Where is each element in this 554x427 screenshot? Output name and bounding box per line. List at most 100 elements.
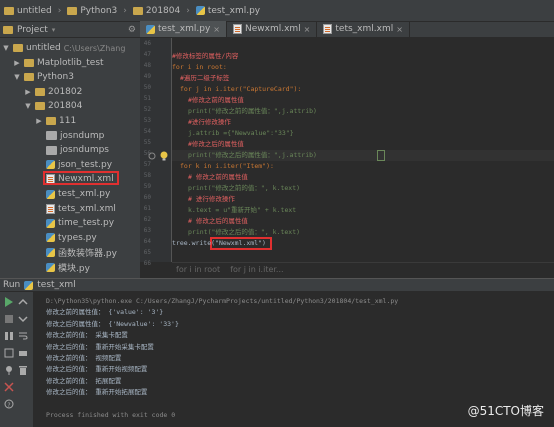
scroll-up-icon[interactable] (18, 297, 28, 307)
tree-item[interactable]: time_test.py (35, 216, 114, 230)
tree-item-label: Python3 (37, 72, 74, 83)
code-editor[interactable]: #修改标签的属性/内容 for i in root: #遍历二级子标签 for j i… (172, 38, 554, 262)
folder-icon (24, 73, 34, 82)
chevron-right-icon[interactable]: ▶ (24, 88, 32, 96)
tree-item-label: tets_xml.xml (58, 203, 116, 214)
tree-item-label: json_test.py (58, 159, 113, 170)
run-config-name[interactable]: test_xml (37, 280, 75, 290)
tree-item[interactable]: 函数装饰器.py (35, 245, 117, 259)
fold-marker-icon[interactable] (148, 152, 156, 163)
python-file-icon (24, 280, 34, 290)
chevron-right-icon: › (57, 5, 62, 16)
breadcrumb-item-file[interactable]: test_xml.py (195, 6, 260, 16)
editor-breadcrumb-item[interactable]: for i in root (176, 265, 220, 274)
chevron-down-icon[interactable]: ▼ (24, 102, 32, 110)
editor-tab[interactable]: Newxml.xml × (227, 21, 318, 37)
close-tab-icon[interactable]: × (396, 25, 403, 34)
project-icon (3, 25, 13, 34)
chevron-right-icon[interactable]: ▶ (13, 59, 21, 67)
console-line: 修改之后的属性值： {'Newvalue': '33'} (46, 319, 179, 328)
settings-gear-icon[interactable]: ⚙ (128, 25, 136, 35)
code-line: for j in i.iter("CaptureCard"): (180, 85, 302, 93)
editor-breadcrumb: for i in root for j in i.iter... (172, 262, 554, 276)
trash-icon[interactable] (18, 365, 28, 375)
pin-icon[interactable] (4, 365, 14, 375)
close-tab-icon[interactable]: × (304, 25, 311, 34)
print-icon[interactable] (18, 348, 28, 358)
highlight-box (43, 171, 119, 186)
tree-item[interactable]: types.py (35, 231, 97, 245)
code-line: j.attrib ={"Newvalue":"33"} (188, 129, 294, 137)
close-icon[interactable] (4, 382, 14, 392)
chevron-right-icon[interactable]: ▶ (35, 117, 43, 125)
tree-item[interactable]: ▼ Python3 (13, 70, 74, 84)
line-number: 66 (143, 260, 151, 267)
console-line: 修改之前的值： 视频配置 (46, 354, 122, 362)
tree-item-label: josndumps (60, 145, 109, 156)
line-number: 46 (143, 40, 151, 47)
tree-item[interactable]: ▶ 111 (35, 114, 76, 128)
folder-icon (13, 44, 23, 52)
line-number: 59 (143, 183, 151, 190)
close-tab-icon[interactable]: × (213, 25, 220, 34)
tree-item[interactable]: ▼ 201804 (24, 99, 82, 113)
code-line: # 修改之前的属性值 (188, 173, 248, 181)
line-number: 55 (143, 139, 151, 146)
rerun-icon[interactable] (4, 297, 14, 307)
tree-item-label: types.py (58, 232, 97, 243)
watermark-text: @51CTO博客 (467, 404, 544, 418)
dropdown-arrow-icon[interactable]: ▾ (52, 26, 56, 34)
tree-item[interactable]: ▶ Matplotlib_test (13, 56, 103, 70)
tree-item[interactable]: json_test.py (35, 158, 112, 172)
project-panel-title[interactable]: Project (17, 25, 48, 35)
line-number-gutter: 46 47 48 49 50 51 52 53 54 55 56 57 58 59 60 61 62 63 64 65… (140, 38, 172, 267)
soft-wrap-icon[interactable] (18, 331, 28, 341)
tree-item[interactable]: ▶ 201802 (24, 85, 82, 99)
chevron-right-icon: › (123, 5, 127, 16)
console-line: Process finished with exit code 0 (46, 411, 176, 419)
editor-tab[interactable]: tets_xml.xml × (317, 21, 410, 37)
help-icon[interactable]: ? (4, 399, 14, 409)
line-number: 65 (143, 249, 151, 256)
code-line: print("修改之后的属性值：",j.attrib) (188, 151, 317, 159)
editor-tab-bar: test_xml.py × Newxml.xml × tets_xml.xml × (140, 21, 554, 38)
pause-icon[interactable] (4, 331, 14, 341)
project-panel-header: Project ▾ ⚙ (0, 22, 140, 38)
tree-item-path: C:\Users\Zhang (63, 43, 126, 53)
folder-icon (4, 6, 14, 15)
breadcrumb-item-untitled[interactable]: untitled (4, 6, 52, 16)
restore-layout-icon[interactable] (4, 348, 14, 358)
line-number: 52 (143, 106, 151, 113)
code-line: for k in i.iter("Item"): (180, 162, 274, 170)
chevron-right-icon: › (186, 5, 190, 16)
editor-breadcrumb-item[interactable]: for j in i.iter... (230, 265, 283, 274)
tree-item[interactable]: josndumps (35, 143, 109, 157)
editor-tab[interactable]: test_xml.py × (140, 21, 227, 37)
tree-item[interactable]: josndump (35, 129, 104, 143)
tree-item-label: untitled (26, 43, 61, 53)
breadcrumb-item-201804[interactable]: 201804 (132, 6, 180, 16)
code-line: #修改之后的属性值 (188, 140, 244, 148)
code-line: # 修改之后的属性值 (188, 217, 248, 225)
intention-bulb-icon[interactable] (160, 151, 168, 164)
scroll-down-icon[interactable] (18, 314, 28, 324)
chevron-down-icon[interactable]: ▼ (13, 73, 21, 81)
svg-text:?: ? (7, 402, 10, 409)
tree-item-label: 201802 (48, 86, 83, 97)
chevron-down-icon[interactable]: ▼ (2, 44, 10, 52)
line-number: 58 (143, 172, 151, 179)
run-tool-window-header: Run test_xml (0, 278, 554, 292)
line-number: 48 (143, 62, 151, 69)
tree-item-label: 模块.py (58, 263, 90, 274)
folder-icon (24, 58, 34, 67)
breadcrumb-item-python3[interactable]: Python3 (67, 6, 117, 16)
tree-item-label: time_test.py (58, 218, 115, 229)
tree-item[interactable]: 模块.py (35, 260, 90, 274)
stop-icon[interactable] (4, 314, 14, 324)
tree-item[interactable]: test_xml.py (35, 187, 110, 201)
tree-item[interactable]: ▼ untitled C:\Users\Zhang (2, 41, 125, 55)
python-file-icon (195, 6, 205, 15)
tree-item[interactable]: tets_xml.xml (35, 202, 116, 216)
file-icon (46, 145, 57, 155)
xml-file-icon (323, 24, 333, 34)
